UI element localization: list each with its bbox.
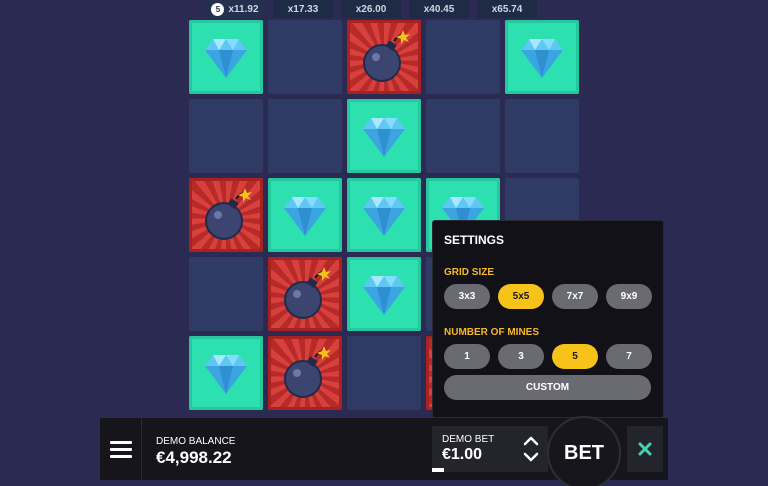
tile-hidden[interactable] — [426, 20, 500, 94]
bet-indicator — [432, 468, 444, 472]
multiplier-value: x65.74 — [491, 3, 523, 15]
close-icon — [638, 442, 652, 456]
multiplier-value: x17.33 — [287, 3, 319, 15]
custom-mines-button[interactable]: CUSTOM — [444, 375, 651, 400]
grid-size-option[interactable]: 7x7 — [552, 284, 598, 309]
mines-option[interactable]: 5 — [552, 344, 598, 369]
tile-mine[interactable] — [268, 336, 342, 410]
tile-hidden[interactable] — [268, 99, 342, 173]
diamond-icon — [363, 118, 405, 157]
bet-label: DEMO BET — [442, 434, 495, 445]
tile-gem[interactable] — [189, 20, 263, 94]
diamond-icon — [521, 39, 563, 78]
tile-gem[interactable] — [347, 178, 421, 252]
multiplier-item-3: x40.45 — [409, 0, 469, 18]
mines-options: 1 3 5 7 — [444, 344, 652, 369]
mines-label: NUMBER OF MINES — [444, 327, 539, 338]
grid-size-label: GRID SIZE — [444, 267, 495, 278]
bet-stepper — [514, 426, 548, 472]
bottom-bar: DEMO BALANCE €4,998.22 DEMO BET €1.00 BE… — [100, 416, 668, 486]
chevron-down-icon[interactable] — [523, 451, 539, 463]
bomb-icon — [205, 188, 252, 240]
bet-amount-field[interactable]: DEMO BET €1.00 — [432, 426, 514, 472]
bet-value: €1.00 — [442, 446, 483, 463]
balance-display: DEMO BALANCE €4,998.22 — [156, 436, 235, 468]
diamond-icon — [205, 39, 247, 78]
multiplier-item-2: x26.00 — [341, 0, 401, 18]
tile-hidden[interactable] — [505, 99, 579, 173]
bet-button[interactable]: BET — [547, 416, 621, 486]
diamond-icon — [363, 276, 405, 315]
tile-gem[interactable] — [347, 257, 421, 331]
multiplier-value: x26.00 — [355, 3, 387, 15]
mines-option[interactable]: 7 — [606, 344, 652, 369]
close-button[interactable] — [627, 426, 663, 472]
tile-mine[interactable] — [189, 178, 263, 252]
diamond-icon — [205, 355, 247, 394]
hamburger-menu-icon-bar — [109, 447, 132, 451]
tile-gem[interactable] — [189, 336, 263, 410]
chevron-up-icon[interactable] — [523, 435, 539, 447]
hamburger-menu-icon-bar — [109, 454, 132, 458]
multiplier-bar: 5 x11.92 x17.33 x26.00 x40.45 x65.74 — [205, 0, 537, 18]
diamond-icon — [363, 197, 405, 236]
bomb-icon — [363, 30, 410, 82]
balance-label: DEMO BALANCE — [156, 436, 236, 447]
tile-gem[interactable] — [268, 178, 342, 252]
settings-panel: SETTINGS GRID SIZE 3x3 5x5 7x7 9x9 NUMBE… — [432, 220, 664, 418]
balance-value: €4,998.22 — [156, 448, 232, 467]
multiplier-value: x11.92 — [228, 3, 259, 15]
bomb-icon — [284, 267, 331, 319]
tile-mine[interactable] — [268, 257, 342, 331]
mines-count-badge: 5 — [211, 2, 225, 16]
mines-option[interactable]: 3 — [498, 344, 544, 369]
grid-size-option[interactable]: 3x3 — [444, 284, 490, 309]
grid-size-option[interactable]: 9x9 — [606, 284, 652, 309]
tile-hidden[interactable] — [426, 99, 500, 173]
multiplier-item-0: 5 x11.92 — [205, 0, 265, 18]
settings-title: SETTINGS — [444, 233, 505, 247]
tile-mine[interactable] — [347, 20, 421, 94]
grid-size-option[interactable]: 5x5 — [498, 284, 544, 309]
tile-hidden[interactable] — [347, 336, 421, 410]
tile-hidden[interactable] — [189, 99, 263, 173]
grid-size-options: 3x3 5x5 7x7 9x9 — [444, 284, 652, 309]
hamburger-menu-icon — [109, 440, 132, 444]
tile-gem[interactable] — [347, 99, 421, 173]
multiplier-item-1: x17.33 — [273, 0, 333, 18]
tile-hidden[interactable] — [189, 257, 263, 331]
menu-button[interactable] — [100, 418, 142, 480]
bomb-icon — [284, 346, 331, 398]
tile-gem[interactable] — [505, 20, 579, 94]
mines-option[interactable]: 1 — [444, 344, 490, 369]
tile-hidden[interactable] — [268, 20, 342, 94]
multiplier-item-4: x65.74 — [477, 0, 537, 18]
diamond-icon — [284, 197, 326, 236]
multiplier-value: x40.45 — [423, 3, 455, 15]
